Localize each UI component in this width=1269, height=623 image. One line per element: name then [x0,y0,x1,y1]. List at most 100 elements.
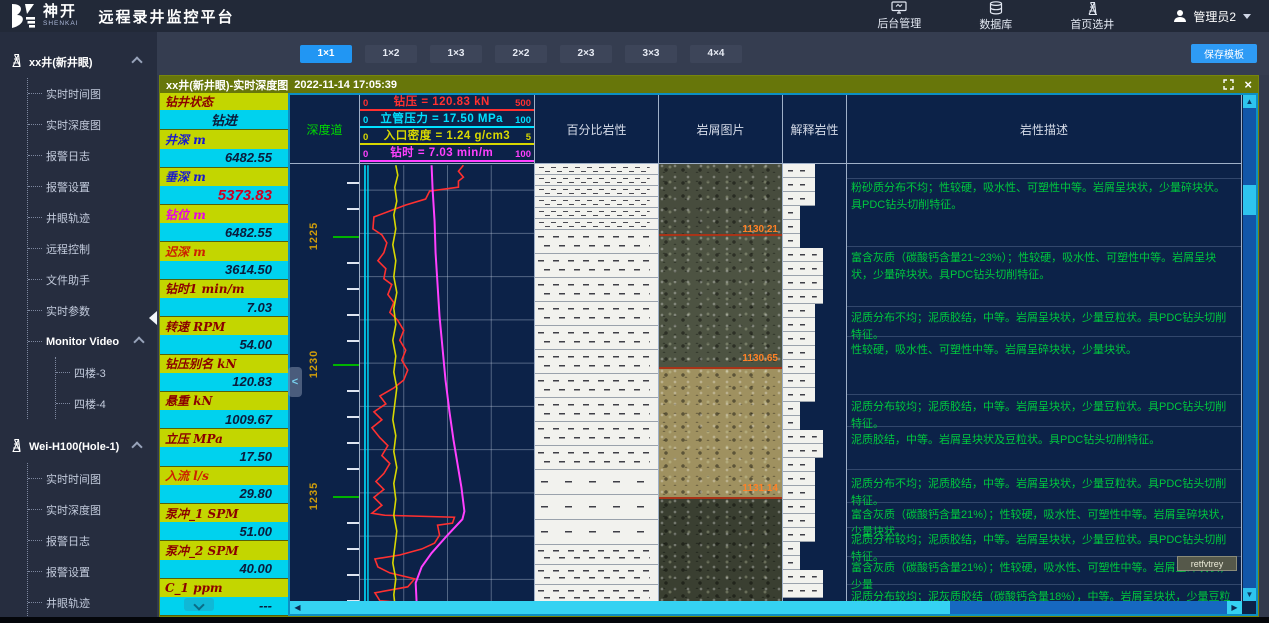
horizontal-scrollbar[interactable]: ◀ ▶ [290,601,1242,614]
panel-body: 钻井状态钻进井深 m6482.55垂深 m5373.83钻位 m6482.55迟… [160,93,1258,616]
curve-track [360,164,535,605]
tree-dash [28,248,42,249]
sidebar-well-header[interactable]: Wei-H100(Hole-1) [0,431,157,463]
sidebar-item-报警设置[interactable]: 报警设置 [28,171,157,202]
app-title: 远程录井监控平台 [99,6,235,27]
layout-buttons: 1×1 1×2 1×3 2×2 2×3 3×3 4×4 [300,45,742,63]
sidebar-item-远程控制[interactable]: 远程控制 [28,233,157,264]
save-template-button[interactable]: 保存模板 [1191,44,1257,63]
interpreted-lithology-header: 解释岩性 [783,95,847,164]
sidebar-item-实时参数[interactable]: 实时参数 [28,295,157,326]
parameter-value: 钻进 [160,110,288,129]
scroll-up-icon[interactable]: ▲ [1243,95,1256,108]
interpreted-lithology-row [783,416,800,430]
lithology-percent-row [535,545,658,565]
scroll-down-icon[interactable]: ▼ [1243,588,1256,601]
curve-max: 100 [515,115,531,126]
nav-well-select[interactable]: 首页选井 [1070,1,1114,32]
parameter-label: 井深 m [160,130,288,148]
sidebar-item-实时时间图[interactable]: 实时时间图 [28,78,157,109]
parameter-row: 钻位 m6482.55 [160,205,288,242]
top-header: 神开 SHENKAI 远程录井监控平台 后台管理 数据库 [0,0,1269,32]
sidebar-item-label: 井眼轨迹 [46,210,90,226]
scroll-left-icon[interactable]: ◀ [290,601,305,614]
sidebar-item-实时时间图[interactable]: 实时时间图 [28,463,157,494]
interpreted-lithology-row [783,444,823,458]
nav-admin[interactable]: 后台管理 [877,1,921,31]
layout-button-4×4[interactable]: 4×4 [690,45,742,63]
curve-min: 0 [363,149,368,160]
sidebar-item-label: Monitor Video [46,336,119,348]
lithology-percent-row [535,254,658,278]
photo-depth-label: 1130.65 [742,353,778,364]
layout-button-2×3[interactable]: 2×3 [560,45,612,63]
layout-button-1×3[interactable]: 1×3 [430,45,482,63]
interpreted-lithology-row [783,388,815,402]
parameter-label: 钻位 m [160,205,288,223]
interpreted-lithology-row [783,528,815,542]
sidebar-item-四楼-4[interactable]: 四楼-4 [56,388,157,419]
curve-legend-钻时: 0钻时 = 7.03 min/m100 [360,147,534,162]
sidebar-item-四楼-3[interactable]: 四楼-3 [56,357,157,388]
param-dropdown-button[interactable] [184,598,214,611]
sidebar-item-文件助手[interactable]: 文件助手 [28,264,157,295]
lithology-description-text: 性较硬，吸水性、可塑性中等。岩屑呈碎块状，少量块状。 [851,342,1233,359]
panel-title-bar: xx井(新井眼)-实时深度图 2022-11-14 17:05:39 × [160,76,1258,93]
horizontal-scroll-thumb[interactable] [305,601,950,614]
depth-minor-tick [347,182,359,184]
sidebar-item-井眼轨迹[interactable]: 井眼轨迹 [28,202,157,233]
tree-dash [28,341,42,342]
layout-button-3×3[interactable]: 3×3 [625,45,677,63]
depth-major-tick [333,236,359,238]
tree-dash [28,155,42,156]
depth-tick-label: 1230 [308,350,320,378]
parameter-value: 3614.50 [160,261,288,279]
depth-track-header: 深度道 [290,95,360,164]
vertical-scrollbar[interactable]: ▲ ▼ [1243,95,1256,601]
sidebar-item-label: 四楼-4 [74,396,106,412]
depth-chart-panel: xx井(新井眼)-实时深度图 2022-11-14 17:05:39 × 钻井状… [159,75,1259,617]
sidebar-item-井眼轨迹[interactable]: 井眼轨迹 [28,587,157,618]
group-children: 四楼-3 四楼-4 [55,357,157,419]
sidebar-collapse-arrow-icon[interactable] [149,311,157,325]
curve-max: 5 [526,132,531,143]
percent-lithology-header: 百分比岩性 [535,95,659,164]
nav-database[interactable]: 数据库 [979,1,1012,32]
interpreted-lithology-row [783,262,823,276]
sidebar-item-实时深度图[interactable]: 实时深度图 [28,109,157,140]
fullscreen-icon[interactable] [1223,79,1234,90]
admin-monitor-icon [891,1,907,14]
parameter-row: 垂深 m5373.83 [160,168,288,205]
lithology-percent-row [535,164,658,175]
collapse-caret-icon[interactable] [131,441,142,452]
vertical-scroll-thumb[interactable] [1243,185,1256,215]
layout-button-2×2[interactable]: 2×2 [495,45,547,63]
description-separator [847,178,1241,179]
percent-lithology-track [535,164,659,605]
interpreted-lithology-row [783,570,823,584]
collapse-caret-icon[interactable] [133,336,144,347]
layout-button-1×1[interactable]: 1×1 [300,45,352,63]
layout-button-1×2[interactable]: 1×2 [365,45,417,63]
parameter-row: 钻时1 min/m7.03 [160,280,288,317]
interpreted-lithology-row [783,220,800,234]
user-menu[interactable]: 管理员2 [1172,8,1251,25]
derrick-icon [10,438,23,456]
parameter-value: 6482.55 [160,149,288,167]
sidebar-well-header[interactable]: xx井(新井眼) [0,46,157,78]
parameter-label: 迟深 m [160,242,288,260]
close-icon[interactable]: × [1244,78,1252,91]
parameter-label: 立压 MPa [160,429,288,447]
lithology-percent-row [535,520,658,545]
interpreted-lithology-row [783,164,815,178]
sidebar-item-报警日志[interactable]: 报警日志 [28,525,157,556]
sidebar-item-Monitor Video[interactable]: Monitor Video [28,326,157,357]
sidebar-item-报警设置[interactable]: 报警设置 [28,556,157,587]
sidebar-item-实时深度图[interactable]: 实时深度图 [28,494,157,525]
header-nav: 后台管理 数据库 首页选井 [877,1,1269,32]
params-collapse-handle[interactable]: < [288,367,302,397]
collapse-caret-icon[interactable] [131,56,142,67]
sidebar-item-报警日志[interactable]: 报警日志 [28,140,157,171]
interpreted-lithology-row [783,234,800,248]
scroll-right-icon[interactable]: ▶ [1227,601,1242,614]
